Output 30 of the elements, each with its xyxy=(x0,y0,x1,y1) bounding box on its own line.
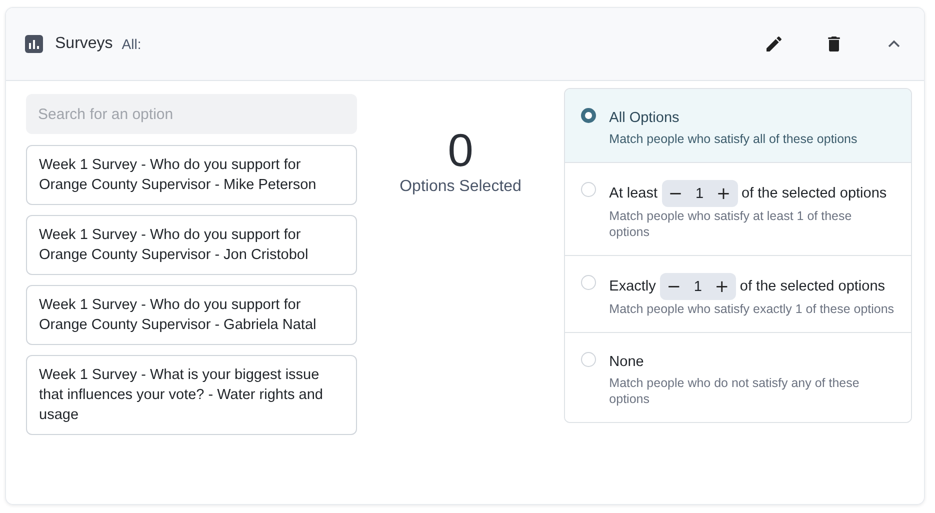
mode-label: At least − 1 + of the selected options xyxy=(609,180,895,207)
mode-label: None xyxy=(609,353,645,372)
number-stepper[interactable]: − 1 + xyxy=(662,180,738,207)
mode-description: Match people who satisfy at least 1 of these options xyxy=(609,208,853,240)
selected-count: 0 xyxy=(448,124,474,176)
mode-description: Match people who satisfy all of these options xyxy=(609,131,858,147)
bar-chart-icon xyxy=(25,35,43,53)
number-stepper[interactable]: − 1 + xyxy=(660,273,736,300)
mode-description: Match people who satisfy exactly 1 of these options xyxy=(609,301,895,317)
mode-label: Exactly − 1 + of the selected options xyxy=(609,273,895,300)
option-item[interactable]: Week 1 Survey - Who do you support for Orange County Supervisor - Mike Peterson xyxy=(26,145,357,205)
radio-button[interactable] xyxy=(581,108,596,123)
option-item[interactable]: Week 1 Survey - What is your biggest issue that influences your vote? - Water rights and usage xyxy=(26,355,357,435)
option-item[interactable]: Week 1 Survey - Who do you support for Orange County Supervisor - Jon Cristobol xyxy=(26,215,357,275)
decrement-button[interactable]: − xyxy=(660,276,688,296)
mode-description: Match people who do not satisfy any of these options xyxy=(609,375,860,407)
option-item[interactable]: Week 1 Survey - Who do you support for Orange County Supervisor - Gabriela Natal xyxy=(26,285,357,345)
stepper-value: 1 xyxy=(694,184,705,204)
match-option[interactable]: All Options Match people who satisfy all of these options xyxy=(565,89,911,162)
search-field[interactable]: Search for an option xyxy=(26,94,357,134)
match-option[interactable]: None Match people who do not satisfy any of these options xyxy=(565,332,911,422)
selected-count-label: Options Selected xyxy=(400,178,522,196)
increment-button[interactable]: + xyxy=(710,184,738,204)
decrement-button[interactable]: − xyxy=(662,184,690,204)
filter-label: All: xyxy=(122,36,142,52)
card-title: Surveys xyxy=(55,35,113,53)
mode-label: All Options xyxy=(609,109,680,128)
stepper-value: 1 xyxy=(692,278,703,296)
increment-button[interactable]: + xyxy=(708,276,736,296)
edit-icon[interactable] xyxy=(764,34,784,54)
